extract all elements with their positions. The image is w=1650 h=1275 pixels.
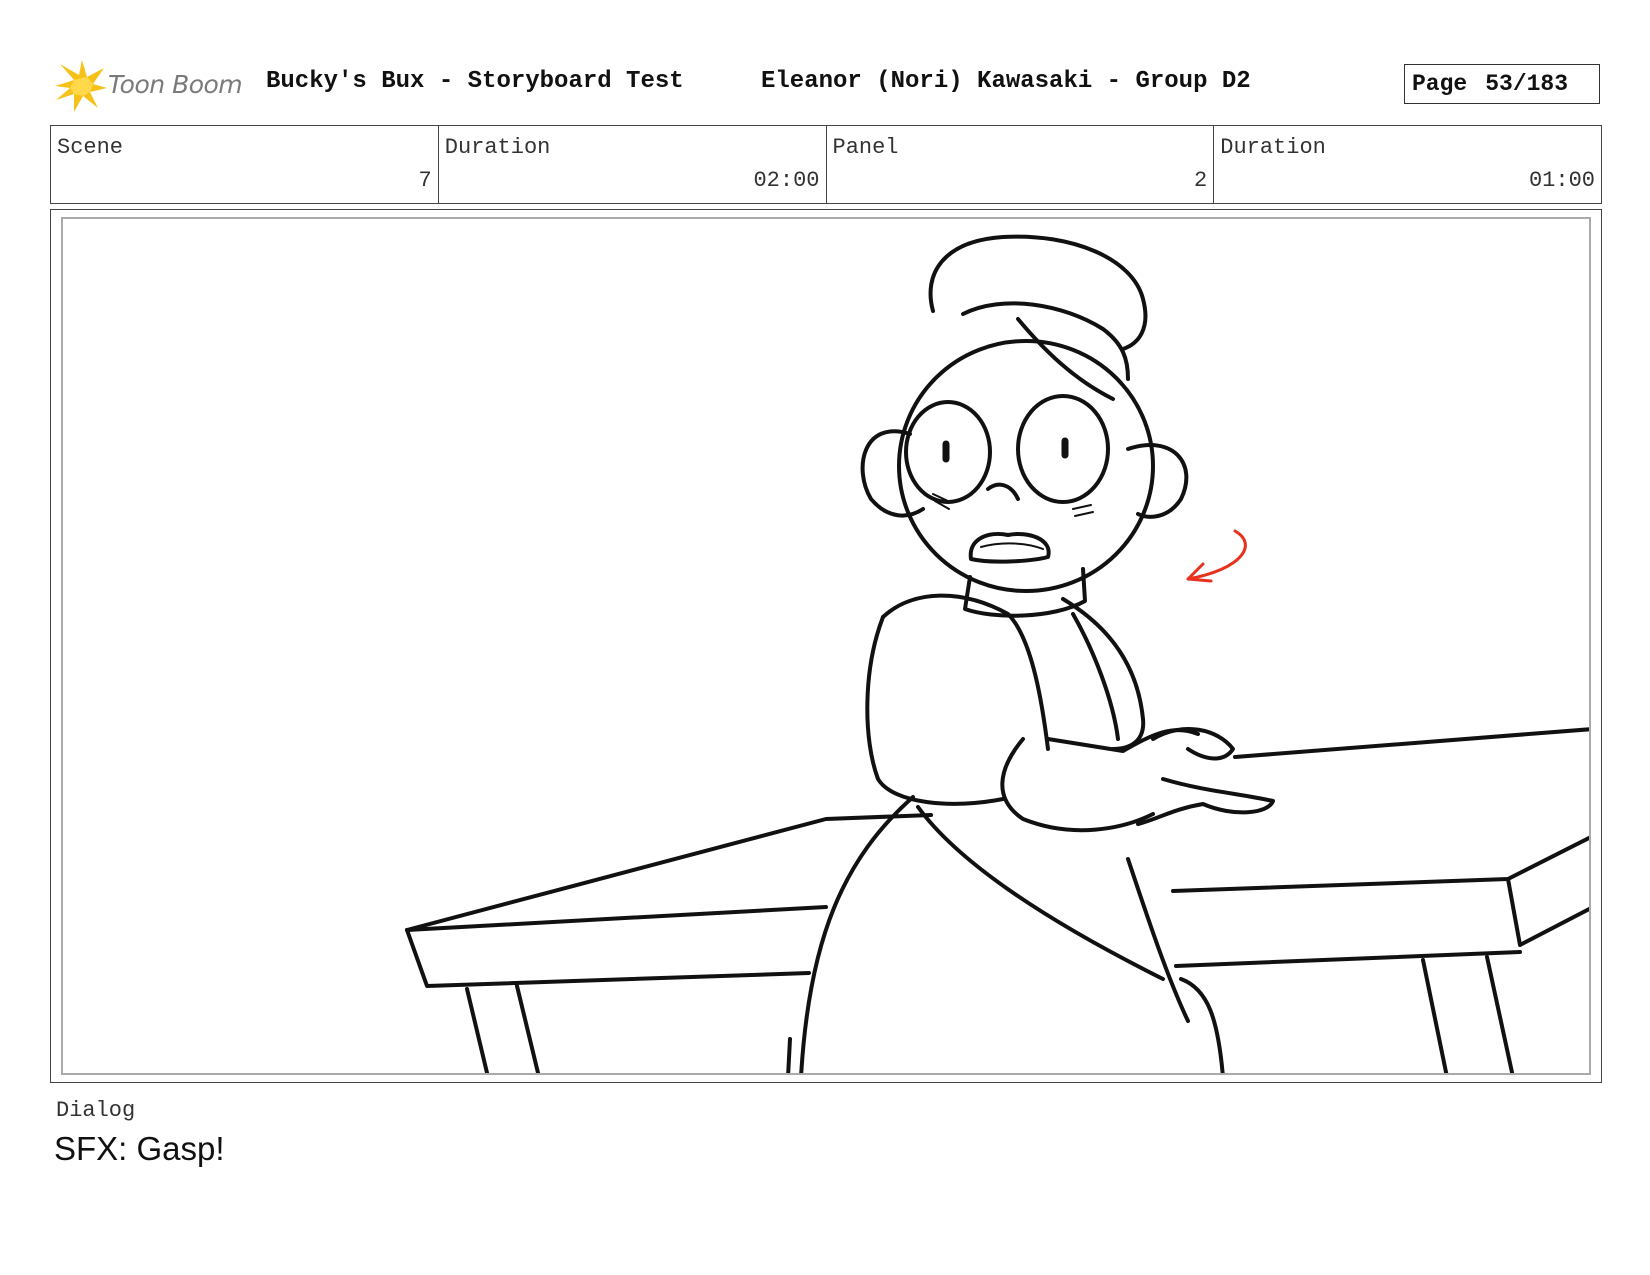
panel-info-table: Scene 7 Duration 02:00 Panel 2 Duration … <box>50 125 1602 204</box>
left-sleeve-top <box>881 593 1050 751</box>
desk-right-back-edge <box>1233 727 1589 759</box>
skirt-left <box>799 795 915 1073</box>
dialog-label: Dialog <box>56 1098 136 1123</box>
scene-value: 7 <box>418 168 432 193</box>
skirt-right <box>1126 857 1190 1023</box>
desk-right-front <box>1174 950 1522 968</box>
desk-right-leg-1 <box>1421 958 1449 1073</box>
left-ear <box>860 429 925 518</box>
storyboard-sketch <box>405 234 1589 1073</box>
desk-left-front <box>405 928 811 988</box>
head <box>897 339 1155 593</box>
skirt-right-fold <box>1179 977 1225 1073</box>
hair-part <box>1016 317 1115 401</box>
desk-left-leg-1 <box>465 987 490 1073</box>
mouth-teeth <box>980 542 1044 550</box>
motion-arrow <box>1186 529 1247 583</box>
panel-drawing-area <box>61 217 1591 1075</box>
panel-label: Panel <box>832 135 899 160</box>
page-label: Page <box>1412 71 1468 97</box>
toon-boom-star-icon <box>55 60 107 112</box>
scene-cell: Scene 7 <box>51 126 439 203</box>
hand-front <box>1136 777 1275 826</box>
hair-bun <box>928 234 1148 351</box>
panel-duration-label: Duration <box>1220 135 1326 160</box>
page-indicator: Page 53/183 <box>1404 64 1600 104</box>
toon-boom-logo: Toon Boom <box>52 58 247 114</box>
arm-lower <box>1000 737 1155 833</box>
panel-value: 2 <box>1194 168 1208 193</box>
page-value: 53/183 <box>1485 71 1569 97</box>
panel-cell: Panel 2 <box>827 126 1215 203</box>
project-title: Bucky's Bux - Storyboard Test <box>266 68 684 95</box>
skirt-mark <box>786 1037 792 1073</box>
scene-duration-label: Duration <box>444 135 551 160</box>
dialog-text: SFX: Gasp! <box>54 1130 225 1167</box>
desk-right-side <box>1506 877 1589 947</box>
panel-duration-value: 01:00 <box>1528 168 1595 193</box>
right-ear <box>1126 443 1189 519</box>
apron-strap <box>916 805 1165 981</box>
torso-fold <box>1071 612 1120 741</box>
scene-duration-cell: Duration 02:00 <box>439 126 827 203</box>
scene-label: Scene <box>57 135 124 160</box>
nose <box>986 482 1020 501</box>
scene-duration-value: 02:00 <box>753 168 820 193</box>
desk-left-leg-2 <box>515 984 541 1073</box>
left-sleeve-outer <box>865 615 1005 806</box>
desk-right-top-edge <box>1171 835 1589 893</box>
desk-right-leg-2 <box>1485 955 1515 1073</box>
logo-text: Toon Boom <box>108 70 243 99</box>
right-cheek-lines <box>1072 504 1094 517</box>
author-name: Eleanor (Nori) Kawasaki - Group D2 <box>761 68 1251 95</box>
panel-duration-cell: Duration 01:00 <box>1214 126 1601 203</box>
desk-left-front-top <box>405 905 828 932</box>
